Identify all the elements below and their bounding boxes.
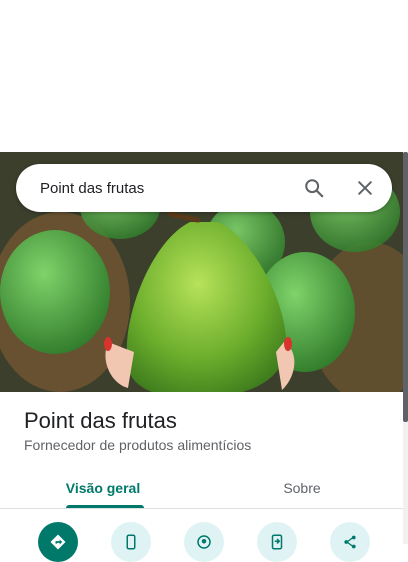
place-category[interactable]: Fornecedor de produtos alimentícios: [24, 437, 251, 453]
place-title: Point das frutas: [24, 408, 177, 433]
clear-search-button[interactable]: [349, 172, 381, 204]
search-input[interactable]: [40, 176, 290, 200]
call-button[interactable]: [111, 522, 151, 562]
directions-button[interactable]: [38, 522, 78, 562]
blank-area: [0, 0, 408, 152]
nearby-button[interactable]: [184, 522, 224, 562]
search-icon: [305, 179, 324, 198]
active-tab-indicator: [66, 505, 144, 508]
tab-bar: Visão geral Sobre: [0, 468, 403, 509]
directions-icon: [50, 534, 66, 550]
search-button[interactable]: [298, 172, 330, 204]
share-button[interactable]: [330, 522, 370, 562]
save-to-phone-icon: [271, 534, 283, 550]
nearby-icon: [197, 535, 211, 549]
send-to-phone-button[interactable]: [257, 522, 297, 562]
share-icon: [344, 535, 356, 549]
phone-icon: [126, 534, 136, 550]
scrollbar-thumb[interactable]: [403, 152, 408, 422]
search-bar[interactable]: [16, 164, 392, 212]
close-icon: [358, 181, 372, 195]
tab-about[interactable]: Sobre: [262, 468, 342, 508]
tab-overview[interactable]: Visão geral: [62, 468, 144, 508]
